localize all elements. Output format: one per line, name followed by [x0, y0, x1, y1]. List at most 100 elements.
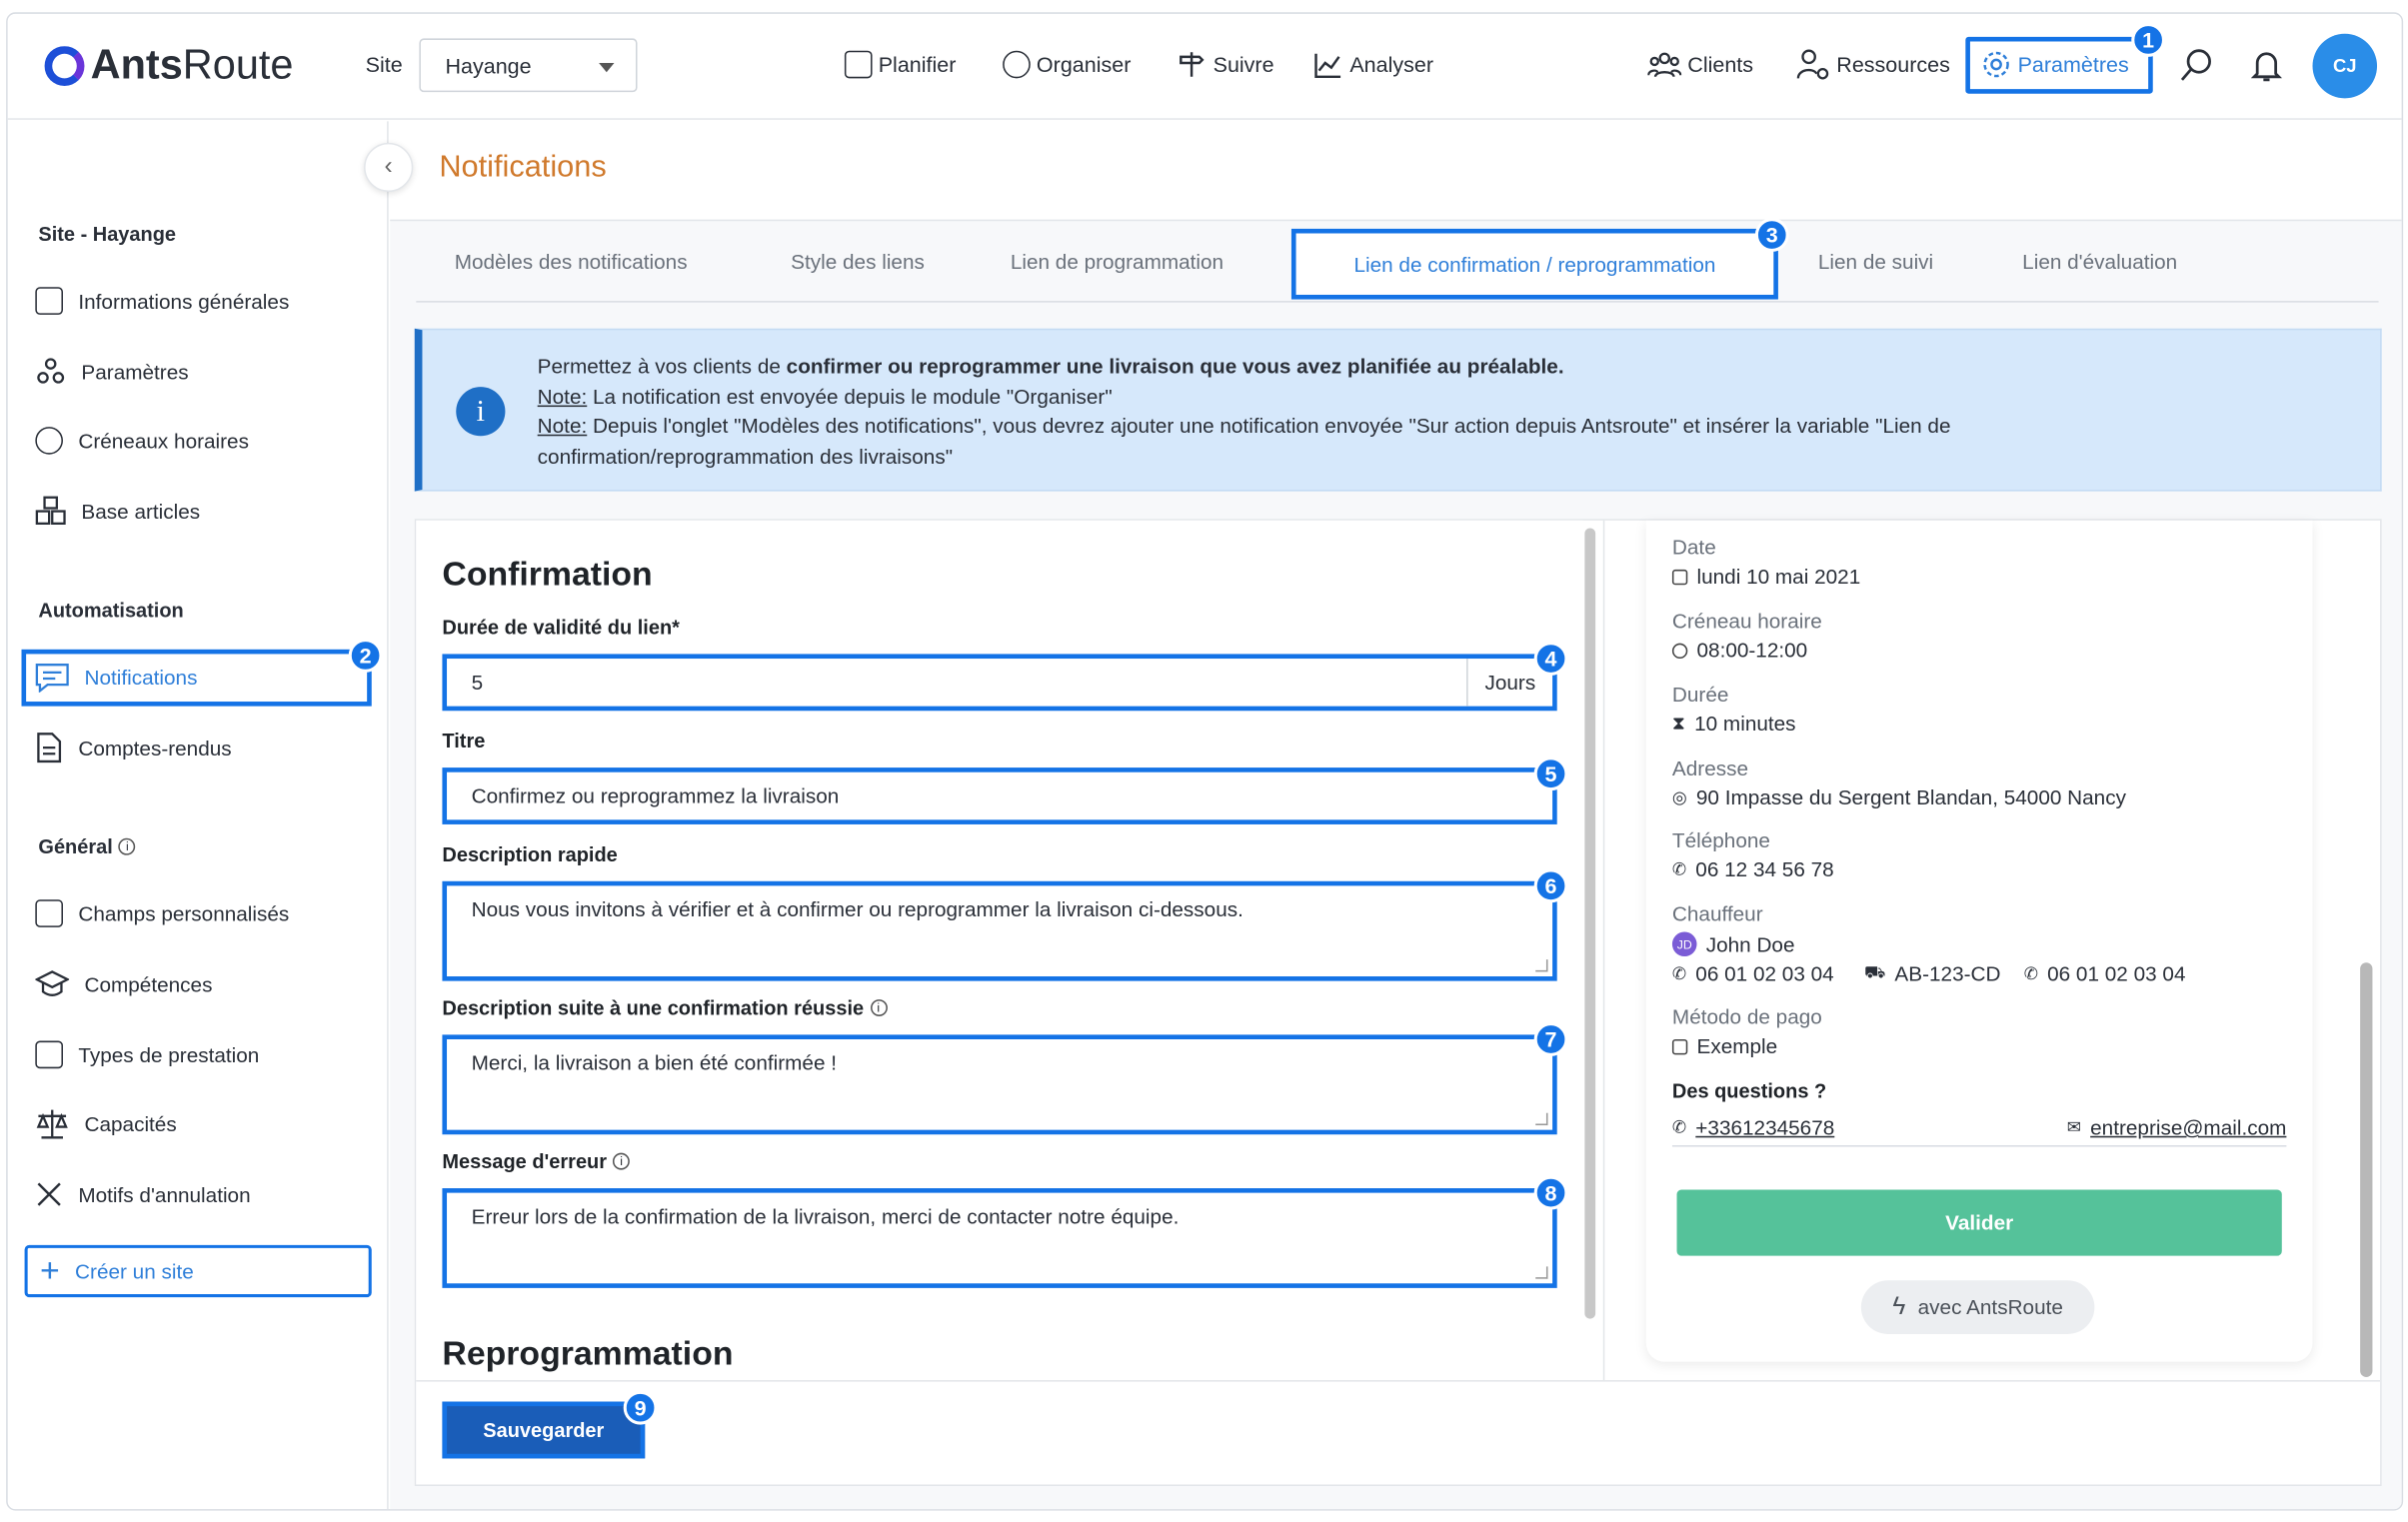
hourglass-icon: ⧗	[1671, 712, 1685, 735]
phone-icon: ✆	[2023, 965, 2038, 984]
settings-cluster-icon	[37, 358, 65, 384]
sidebar-item-label: Capacités	[84, 1111, 177, 1136]
info-icon[interactable]: i	[613, 1152, 631, 1170]
collapse-sidebar-button[interactable]: ‹	[364, 142, 414, 193]
pv-contact-phone[interactable]: +33612345678	[1695, 1116, 1834, 1139]
phone-icon: ✆	[1671, 1118, 1687, 1138]
info-icon[interactable]: i	[118, 837, 136, 855]
pv-pay: Exemple	[1671, 1034, 1778, 1058]
step-badge-3: 3	[1754, 218, 1789, 252]
pv-driver-plate: ⛟ AB-123-CD	[1864, 962, 2001, 985]
user-gear-icon	[1796, 49, 1829, 80]
nav-organiser[interactable]: Organiser	[1003, 48, 1131, 82]
antsroute-logo[interactable]: AntsRoute	[44, 41, 294, 89]
phone-icon: ✆	[1671, 860, 1687, 880]
nav-ressources[interactable]: Ressources	[1796, 48, 1950, 82]
building-icon	[35, 287, 63, 315]
title-input[interactable]: Confirmez ou reprogrammez la livraison	[442, 767, 1557, 824]
info-icon: i	[456, 387, 506, 437]
tab-style-liens[interactable]: Style des liens	[791, 250, 925, 273]
tab-modeles[interactable]: Modèles des notifications	[455, 250, 688, 273]
error-textarea[interactable]: Erreur lors de la confirmation de la liv…	[442, 1188, 1557, 1288]
info-icon[interactable]: i	[870, 999, 888, 1016]
pv-address: ◎ 90 Impasse du Sergent Blandan, 54000 Na…	[1672, 786, 2126, 809]
tab-lien-evaluation[interactable]: Lien d'évaluation	[2022, 250, 2177, 273]
tab-lien-programmation[interactable]: Lien de programmation	[1011, 250, 1223, 273]
nav-parametres[interactable]: Paramètres	[1981, 48, 2129, 82]
gauge-icon	[1003, 50, 1031, 79]
sidebar-item-base-articles[interactable]: Base articles	[35, 495, 200, 529]
site-select[interactable]: Hayange	[419, 38, 638, 93]
resize-handle-icon[interactable]	[1535, 1112, 1548, 1126]
bell-icon[interactable]	[2251, 48, 2282, 85]
resize-handle-icon[interactable]	[1535, 959, 1548, 972]
pv-driver-name: John Doe	[1705, 932, 1795, 956]
pv-duration-label: Durée	[1671, 683, 1729, 707]
form-scrollbar[interactable]	[1584, 528, 1596, 1319]
sidebar-item-label: Champs personnalisés	[78, 901, 290, 925]
nav-suivre[interactable]: Suivre	[1177, 48, 1274, 82]
phone-icon: ✆	[1671, 965, 1687, 984]
plus-icon: +	[39, 1251, 60, 1290]
chat-icon	[35, 664, 69, 693]
user-avatar[interactable]: CJ	[2312, 33, 2378, 99]
sidebar-item-label: Base articles	[81, 500, 201, 524]
pv-pay-label: Método de pago	[1671, 1005, 1822, 1029]
preview-scrollbar[interactable]	[2360, 962, 2373, 1377]
pv-phone-value: 06 12 34 56 78	[1695, 857, 1834, 881]
factory-icon	[35, 1040, 63, 1069]
step-badge-5: 5	[1533, 757, 1568, 791]
pv-slot-value: 08:00-12:00	[1696, 639, 1808, 663]
error-value: Erreur lors de la confirmation de la liv…	[471, 1204, 1180, 1228]
success-label-text: Description suite à une confirmation réu…	[442, 995, 865, 1020]
panel-divider	[1602, 520, 1605, 1381]
tab-lien-confirmation[interactable]: Lien de confirmation / reprogrammation	[1290, 228, 1778, 300]
powered-by-antsroute[interactable]: ϟ avec AntsRoute	[1860, 1280, 2095, 1334]
validity-input[interactable]: 5 Jours	[442, 654, 1557, 712]
sidebar-item-informations[interactable]: Informations générales	[35, 284, 289, 318]
sidebar-item-motifs[interactable]: Motifs d'annulation	[35, 1177, 251, 1211]
document-icon	[37, 733, 62, 763]
sidebar-item-notifications[interactable]: Notifications	[35, 661, 197, 695]
pv-driver-phone2-value: 06 01 02 03 04	[2047, 962, 2186, 986]
section-reprogrammation-title: Reprogrammation	[442, 1333, 734, 1373]
sidebar-item-label: Types de prestation	[78, 1042, 260, 1066]
clock-icon	[35, 427, 63, 455]
step-badge-9: 9	[623, 1390, 658, 1425]
sidebar-item-label: Informations générales	[78, 289, 290, 313]
boxes-icon	[35, 496, 66, 525]
resize-handle-icon[interactable]	[1535, 1266, 1548, 1279]
confirmation-form: Confirmation Durée de validité du lien* …	[416, 520, 1583, 1381]
pv-driver-phone-value: 06 01 02 03 04	[1695, 962, 1834, 986]
nav-analyser[interactable]: Analyser	[1312, 48, 1433, 82]
sidebar-item-capacites[interactable]: Capacités	[35, 1107, 177, 1141]
sidebar-item-comptes-rendus[interactable]: Comptes-rendus	[35, 731, 232, 764]
pv-pay-value: Exemple	[1696, 1034, 1778, 1058]
pv-date-label: Date	[1671, 536, 1716, 560]
sidebar-item-parametres[interactable]: Paramètres	[35, 355, 189, 389]
title-label: Titre	[442, 729, 486, 753]
desc-textarea[interactable]: Nous vous invitons à vérifier et à confi…	[442, 880, 1557, 981]
nav-clients[interactable]: Clients	[1647, 48, 1753, 82]
search-icon[interactable]	[2179, 48, 2216, 85]
create-site-label: Créer un site	[75, 1259, 194, 1283]
info-line1-pre: Permettez à vos clients de	[537, 354, 787, 378]
sidebar-item-types-prestation[interactable]: Types de prestation	[35, 1037, 259, 1071]
sidebar-section-general-label: Général	[38, 834, 113, 858]
validity-value: 5	[471, 671, 484, 695]
create-site-button[interactable]: + Créer un site	[24, 1244, 372, 1298]
tab-lien-suivi[interactable]: Lien de suivi	[1818, 250, 1933, 273]
note-label: Note:	[537, 414, 588, 438]
success-textarea[interactable]: Merci, la livraison a bien été confirmée…	[442, 1034, 1557, 1135]
sidebar-item-competences[interactable]: Compétences	[35, 967, 212, 1001]
valider-button[interactable]: Valider	[1676, 1189, 2282, 1256]
save-button[interactable]: Sauvegarder	[442, 1401, 646, 1459]
pv-contact-email[interactable]: entreprise@mail.com	[2090, 1116, 2286, 1139]
desc-label: Description rapide	[442, 842, 618, 866]
sidebar-item-label: Créneaux horaires	[78, 429, 249, 453]
sidebar-item-creneaux[interactable]: Créneaux horaires	[35, 424, 249, 458]
info-note1: La notification est envoyée depuis le mo…	[587, 384, 1113, 408]
nav-planifier[interactable]: Planifier	[844, 48, 956, 82]
pv-phone-label: Téléphone	[1671, 828, 1770, 852]
sidebar-item-champs[interactable]: Champs personnalisés	[35, 896, 289, 930]
